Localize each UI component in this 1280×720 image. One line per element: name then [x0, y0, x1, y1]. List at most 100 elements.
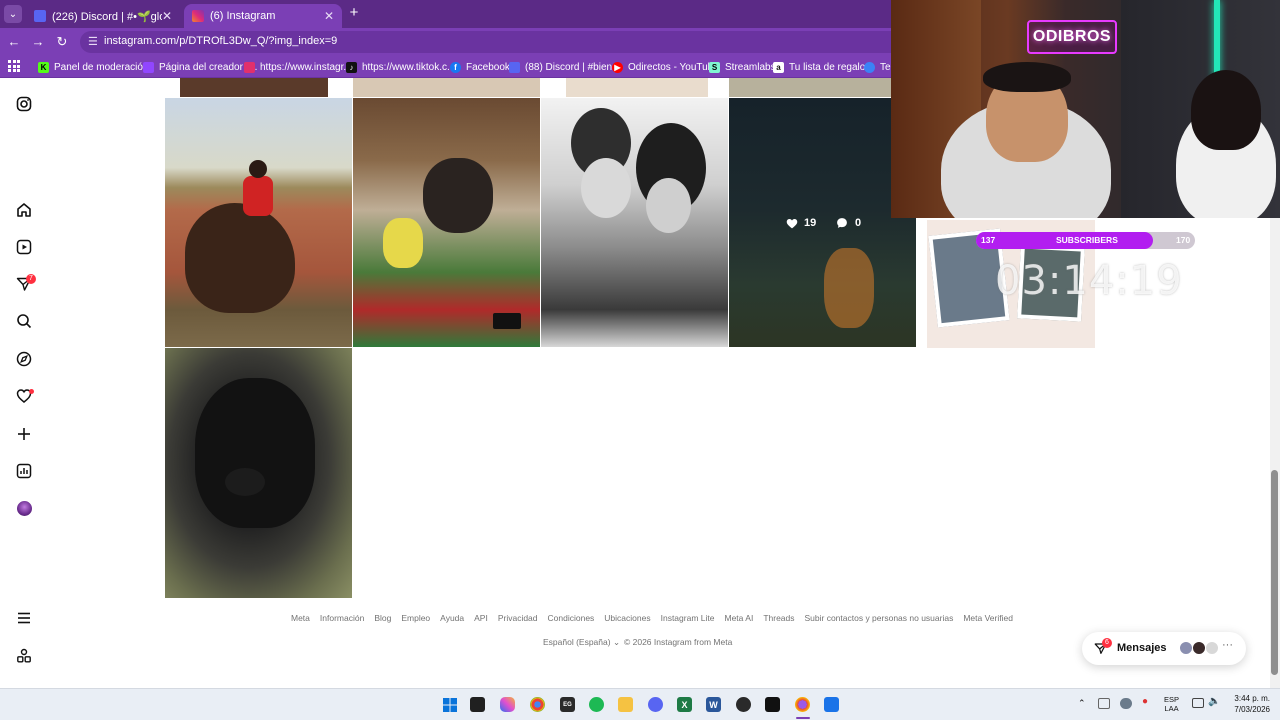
- family-shape: [423, 158, 493, 233]
- discord-icon[interactable]: [648, 697, 663, 712]
- lang-bottom: LAA: [1164, 704, 1179, 713]
- more-menu-icon[interactable]: [15, 609, 33, 627]
- spotify-icon[interactable]: [589, 697, 604, 712]
- tab-discord[interactable]: (226) Discord | #•🌱glow-up' ✕: [26, 4, 180, 28]
- bookmark-icon: [864, 61, 875, 73]
- dog-snout: [225, 468, 265, 496]
- bookmark-kick[interactable]: K Panel de moderació...: [38, 60, 151, 74]
- footer-link[interactable]: Meta Verified: [963, 613, 1013, 625]
- post-thumbnail[interactable]: [353, 98, 540, 347]
- epic-games-icon[interactable]: EG: [560, 697, 575, 712]
- clock[interactable]: 3:44 p. m. 7/03/2026: [1230, 693, 1270, 715]
- post-thumbnail[interactable]: [541, 98, 728, 347]
- bookmark-streamlabs[interactable]: S Streamlabs: [709, 60, 776, 74]
- post-thumbnail[interactable]: [353, 78, 540, 97]
- messages-count-badge: 6: [1102, 638, 1112, 648]
- search-icon[interactable]: [15, 312, 33, 330]
- footer-link[interactable]: Subir contactos y personas no usuarias: [805, 613, 954, 625]
- footer-link[interactable]: Instagram Lite: [661, 613, 715, 625]
- chrome-icon[interactable]: [530, 697, 545, 712]
- bookmark-discord[interactable]: (88) Discord | #bien...: [509, 60, 620, 74]
- site-info-icon[interactable]: ☰: [88, 35, 102, 49]
- word-icon[interactable]: W: [706, 697, 721, 712]
- footer-link[interactable]: Meta AI: [724, 613, 753, 625]
- post-thumbnail-hovered[interactable]: [729, 98, 916, 347]
- language-select[interactable]: Español (España) ⌄: [543, 637, 620, 648]
- new-tab-button[interactable]: +: [346, 5, 362, 21]
- task-view-icon[interactable]: [470, 697, 485, 712]
- bookmark-instagram[interactable]: https://www.instagr...: [244, 60, 352, 74]
- instagram-logo-icon[interactable]: [15, 95, 33, 113]
- footer-link[interactable]: Ubicaciones: [604, 613, 650, 625]
- messages-badge: 7: [26, 274, 36, 284]
- footer-link[interactable]: Privacidad: [498, 613, 538, 625]
- chrome-profile-icon[interactable]: [795, 697, 810, 712]
- bookmark-label: Página del creador -...: [159, 61, 258, 73]
- windows-start-icon[interactable]: [442, 697, 457, 712]
- reload-button[interactable]: ↻: [54, 34, 70, 50]
- scrollbar-thumb[interactable]: [1271, 470, 1278, 675]
- explore-icon[interactable]: [15, 350, 33, 368]
- home-icon[interactable]: [15, 201, 33, 219]
- post-thumbnail[interactable]: [180, 78, 328, 97]
- profile-avatar[interactable]: [15, 499, 33, 517]
- bookmark-facebook[interactable]: f Facebook: [450, 60, 510, 74]
- language-indicator[interactable]: ESP LAA: [1164, 695, 1179, 713]
- close-tab-icon[interactable]: ✕: [162, 9, 172, 23]
- messages-button[interactable]: 6 Mensajes ···: [1082, 632, 1246, 665]
- rider-jacket: [243, 176, 273, 216]
- apps-grid-icon[interactable]: [8, 60, 20, 72]
- post-thumbnail[interactable]: [729, 78, 891, 97]
- chevron-up-icon[interactable]: ⌃: [1078, 699, 1086, 708]
- footer-link[interactable]: Condiciones: [548, 613, 595, 625]
- tab-instagram[interactable]: (6) Instagram ✕: [184, 4, 342, 28]
- also-from-meta-icon[interactable]: [15, 647, 33, 665]
- bookmark-creator[interactable]: Página del creador -...: [143, 60, 257, 74]
- file-explorer-icon[interactable]: [618, 697, 633, 712]
- streamer-hair: [983, 62, 1071, 92]
- reels-icon[interactable]: [15, 238, 33, 256]
- dog-shape: [195, 378, 315, 528]
- post-thumbnail[interactable]: [566, 78, 708, 97]
- subs-current: 137: [981, 235, 996, 245]
- capcut-icon[interactable]: [765, 697, 780, 712]
- discord-icon: [509, 61, 520, 73]
- footer-link[interactable]: Threads: [763, 613, 794, 625]
- excel-icon[interactable]: X: [677, 697, 692, 712]
- youtube-icon: ▶: [612, 61, 623, 73]
- footer-link[interactable]: Meta: [291, 613, 310, 625]
- network-cloud-icon[interactable]: [1120, 698, 1132, 709]
- post-thumbnail[interactable]: [165, 98, 352, 347]
- footer-link[interactable]: Empleo: [401, 613, 430, 625]
- tray-app-icon[interactable]: [1098, 698, 1110, 709]
- paint-icon[interactable]: [824, 697, 839, 712]
- create-icon[interactable]: [15, 425, 33, 443]
- url-text[interactable]: instagram.com/p/DTROfL3Dw_Q/?img_index=9: [104, 35, 337, 47]
- bookmark-label: Streamlabs: [725, 61, 776, 73]
- microphone-icon[interactable]: ●: [1142, 697, 1148, 707]
- copilot-icon[interactable]: [500, 697, 515, 712]
- bookmark-label: (88) Discord | #bien...: [525, 61, 621, 73]
- footer-link[interactable]: Blog: [374, 613, 391, 625]
- bookmark-youtube[interactable]: ▶ Odirectos - YouTube: [612, 60, 719, 74]
- close-tab-icon[interactable]: ✕: [324, 9, 334, 23]
- bookmark-gift-list[interactable]: a Tu lista de regalos: [773, 60, 870, 74]
- rider-head: [249, 160, 267, 178]
- woman-face: [646, 178, 691, 233]
- forward-button[interactable]: →: [30, 34, 46, 50]
- footer-link[interactable]: Ayuda: [440, 613, 464, 625]
- chevron-down-icon: ⌄: [612, 637, 621, 647]
- back-button[interactable]: ←: [6, 34, 22, 50]
- post-thumbnail[interactable]: [165, 348, 352, 598]
- guest-hair: [1191, 70, 1261, 150]
- flowers-shape: [383, 218, 423, 268]
- bookmark-tiktok[interactable]: ♪ https://www.tiktok.c...: [346, 60, 455, 74]
- footer-link[interactable]: Información: [320, 613, 364, 625]
- volume-icon[interactable]: 🔈: [1208, 697, 1220, 707]
- footer-link[interactable]: API: [474, 613, 488, 625]
- tab-search-button[interactable]: ⌄: [4, 5, 22, 23]
- display-icon[interactable]: [1192, 698, 1204, 708]
- date: 7/03/2026: [1234, 705, 1270, 714]
- obs-icon[interactable]: [736, 697, 751, 712]
- dashboard-icon[interactable]: [15, 462, 33, 480]
